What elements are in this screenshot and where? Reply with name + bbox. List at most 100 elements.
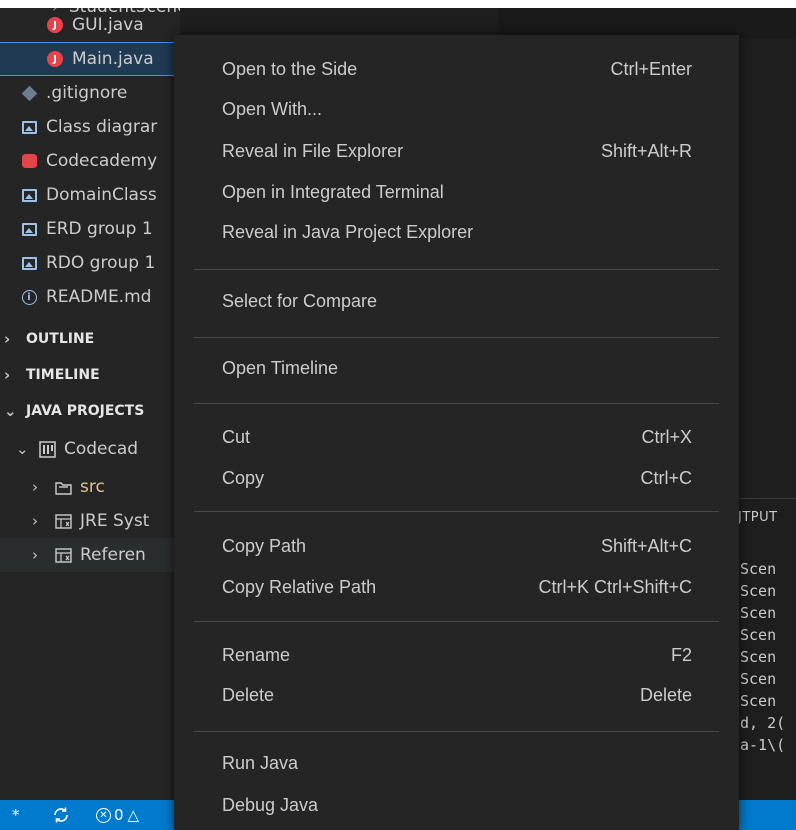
bottom-panel: JTPUT Scen Scen Scen Scen Scen Scen Scen… — [732, 498, 796, 800]
menu-item-label: Reveal in Java Project Explorer — [222, 221, 474, 242]
project-label: Codecad — [64, 439, 139, 459]
file-label: Main.java — [72, 49, 154, 69]
menu-item-shortcut: Shift+Alt+R — [600, 140, 692, 161]
menu-item-open-to-side[interactable]: Open to the Side Ctrl+Enter — [222, 52, 692, 86]
tab-output[interactable]: JTPUT — [738, 510, 778, 525]
package-folder-icon — [54, 478, 72, 496]
menu-separator — [194, 403, 719, 404]
file-item-gitignore[interactable]: .gitignore — [0, 76, 180, 110]
section-timeline[interactable]: › TIMELINE — [0, 358, 180, 392]
menu-item-shortcut: Ctrl+C — [640, 467, 692, 488]
menu-item-label: Open in Integrated Terminal — [222, 181, 444, 202]
problems-indicator[interactable]: ✕ 0 △ — [96, 806, 139, 824]
terminal-line: Scen — [740, 670, 777, 688]
info-icon: i — [20, 288, 38, 306]
explorer-sidebar: › StudentScenes J GUI.java J Main.java .… — [0, 8, 180, 800]
warning-icon: △ — [127, 806, 140, 824]
file-item-main-java[interactable]: J Main.java — [0, 42, 180, 76]
menu-item-label: Copy Path — [222, 535, 307, 556]
java-icon: J — [46, 50, 64, 68]
tree-item-src[interactable]: › src — [0, 470, 180, 504]
file-item-readme[interactable]: i README.md — [0, 280, 180, 314]
file-item-erd-group[interactable]: ERD group 1 — [0, 212, 180, 246]
library-icon — [54, 546, 72, 564]
project-item[interactable]: ⌄ Codecad — [0, 432, 180, 466]
vscode-window: › StudentScenes J GUI.java J Main.java .… — [0, 8, 796, 830]
menu-item-copy-relative-path[interactable]: Copy Relative Path Ctrl+K Ctrl+Shift+C — [222, 570, 692, 604]
image-file-icon — [20, 186, 38, 204]
status-remote-indicator[interactable]: * — [12, 806, 20, 824]
menu-item-open-with[interactable]: Open With... — [222, 92, 692, 126]
menu-item-label: Debug Java — [222, 794, 319, 815]
chevron-down-icon: ⌄ — [16, 440, 29, 458]
image-file-icon — [20, 254, 38, 272]
file-item-class-diagram[interactable]: Class diagrar — [0, 110, 180, 144]
menu-item-select-for-compare[interactable]: Select for Compare — [222, 284, 692, 318]
menu-item-label: Select for Compare — [222, 290, 378, 311]
terminal-line: Scen — [740, 626, 777, 644]
menu-item-label: Rename — [222, 644, 291, 665]
file-item-rdo-group[interactable]: RDO group 1 — [0, 246, 180, 280]
file-item-domainclass[interactable]: DomainClass — [0, 178, 180, 212]
section-label: TIMELINE — [26, 367, 100, 383]
menu-item-label: Reveal in File Explorer — [222, 140, 404, 161]
menu-separator — [194, 269, 719, 270]
menu-item-reveal-java-project[interactable]: Reveal in Java Project Explorer — [222, 215, 692, 249]
file-label: DomainClass — [46, 185, 157, 205]
file-item-gui-java[interactable]: J GUI.java — [0, 8, 180, 42]
menu-item-delete[interactable]: Delete Delete — [222, 678, 692, 712]
tree-item-referenced[interactable]: › Referen — [0, 538, 180, 572]
terminal-line: d, 2( — [740, 714, 786, 732]
file-label: Codecademy — [46, 151, 158, 171]
chevron-right-icon: › — [4, 330, 11, 348]
section-outline[interactable]: › OUTLINE — [0, 322, 180, 356]
menu-item-shortcut: Ctrl+K Ctrl+Shift+C — [538, 576, 692, 597]
tree-label: Referen — [80, 545, 146, 565]
menu-separator — [194, 337, 719, 338]
section-java-projects[interactable]: ⌄ JAVA PROJECTS — [0, 394, 180, 428]
menu-item-copy[interactable]: Copy Ctrl+C — [222, 461, 692, 495]
terminal-line: Scen — [740, 604, 777, 622]
file-item-codecademy[interactable]: Codecademy — [0, 144, 180, 178]
database-file-icon — [20, 152, 38, 170]
menu-item-shortcut: Shift+Alt+C — [600, 535, 692, 556]
section-label: OUTLINE — [26, 331, 95, 347]
gitignore-icon — [20, 84, 38, 102]
menu-item-rename[interactable]: Rename F2 — [222, 638, 692, 672]
tree-item-jre-system[interactable]: › JRE Syst — [0, 504, 180, 538]
terminal-line: Scen — [740, 582, 777, 600]
terminal-line: Scen — [740, 560, 777, 578]
menu-separator — [194, 511, 719, 512]
sync-icon[interactable] — [52, 806, 70, 824]
menu-item-label: Run Java — [222, 752, 299, 773]
menu-item-label: Open to the Side — [222, 58, 358, 79]
tree-label: src — [80, 477, 105, 497]
panel-divider — [732, 498, 796, 499]
image-file-icon — [20, 220, 38, 238]
terminal-line: a-1\( — [740, 736, 786, 754]
java-icon: J — [46, 16, 64, 34]
chevron-right-icon: › — [4, 366, 11, 384]
editor-tab-strip — [498, 8, 796, 38]
menu-separator — [194, 731, 719, 732]
menu-item-reveal-file-explorer[interactable]: Reveal in File Explorer Shift+Alt+R — [222, 134, 692, 168]
menu-separator — [194, 621, 719, 622]
terminal-line: Scen — [740, 648, 777, 666]
menu-item-label: Open Timeline — [222, 357, 339, 378]
menu-item-copy-path[interactable]: Copy Path Shift+Alt+C — [222, 529, 692, 563]
file-label: GUI.java — [72, 15, 144, 35]
menu-item-label: Cut — [222, 426, 251, 447]
file-label: ERD group 1 — [46, 219, 153, 239]
file-label: RDO group 1 — [46, 253, 156, 273]
menu-item-debug-java[interactable]: Debug Java — [222, 788, 692, 822]
context-menu: Open to the Side Ctrl+Enter Open With...… — [174, 35, 739, 830]
menu-item-run-java[interactable]: Run Java — [222, 746, 692, 780]
menu-item-label: Open With... — [222, 98, 323, 119]
menu-item-shortcut: Ctrl+X — [641, 426, 692, 447]
menu-item-cut[interactable]: Cut Ctrl+X — [222, 420, 692, 454]
menu-item-open-timeline[interactable]: Open Timeline — [222, 351, 692, 385]
menu-item-label: Delete — [222, 684, 275, 705]
file-label: .gitignore — [46, 83, 128, 103]
menu-item-shortcut: Delete — [639, 684, 692, 705]
menu-item-open-integrated-terminal[interactable]: Open in Integrated Terminal — [222, 175, 692, 209]
